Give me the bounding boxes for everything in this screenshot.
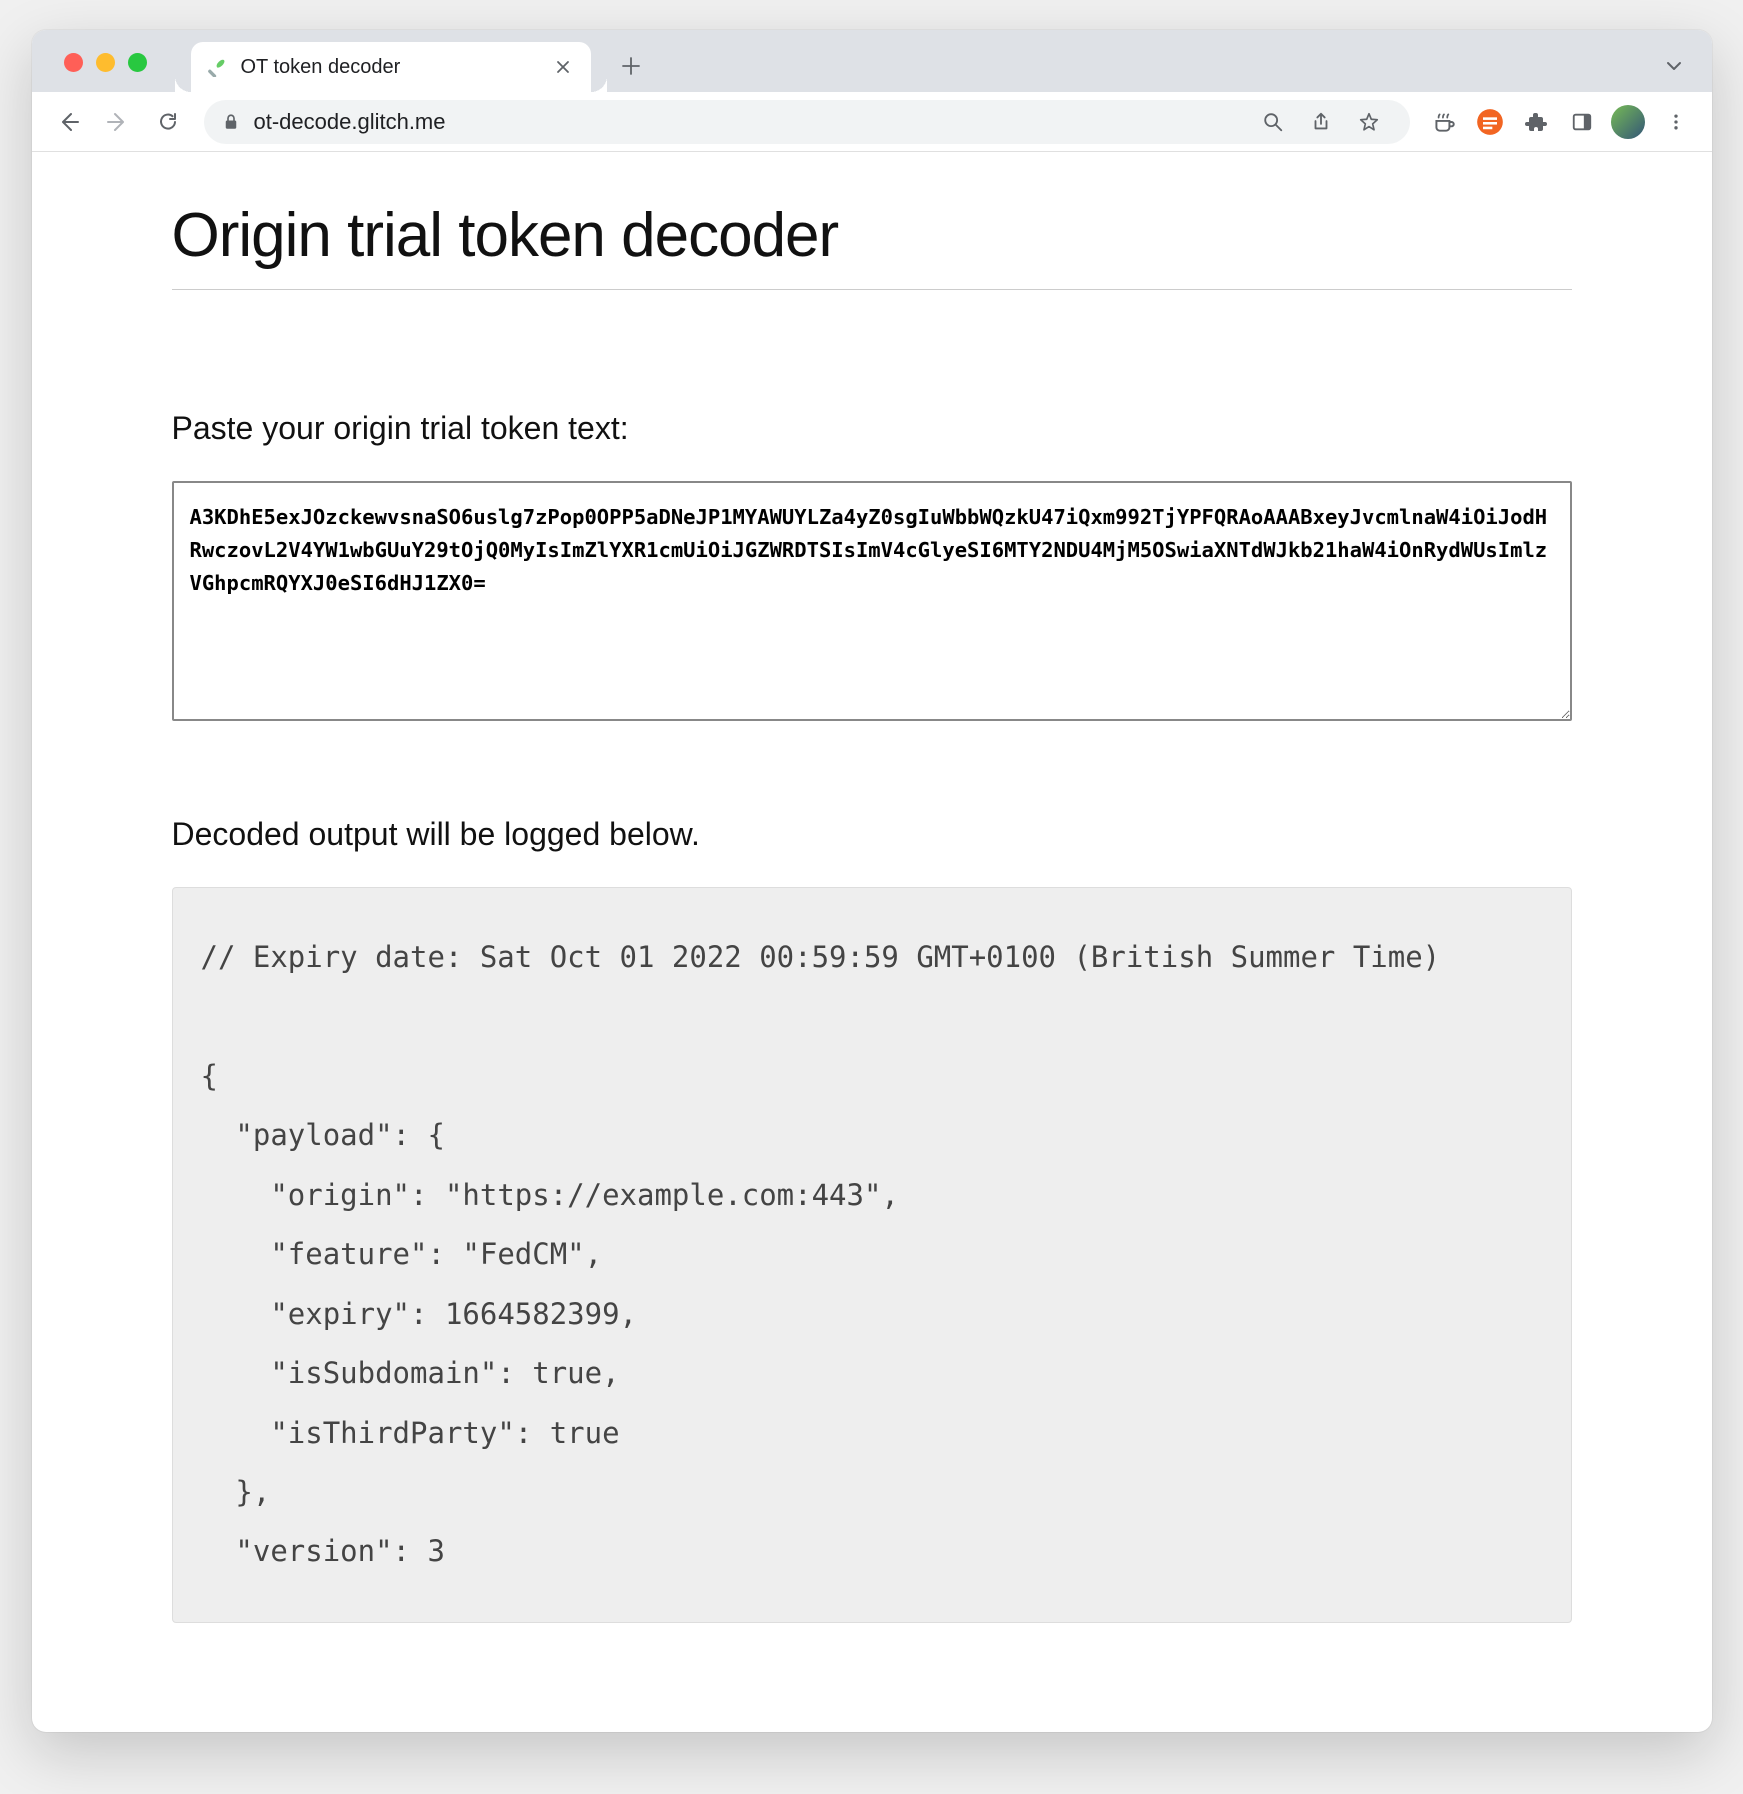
lock-icon: [222, 113, 240, 131]
bookmark-icon[interactable]: [1358, 111, 1392, 133]
divider: [172, 289, 1572, 290]
side-panel-icon[interactable]: [1562, 102, 1602, 142]
decoded-output: // Expiry date: Sat Oct 01 2022 00:59:59…: [172, 887, 1572, 1623]
new-tab-button[interactable]: [611, 46, 651, 86]
share-icon[interactable]: [1310, 111, 1344, 133]
forward-button[interactable]: [96, 100, 140, 144]
browser-toolbar: ot-decode.glitch.me: [32, 92, 1712, 152]
url-text: ot-decode.glitch.me: [254, 109, 1248, 135]
tab-close-button[interactable]: [551, 55, 575, 79]
back-button[interactable]: [46, 100, 90, 144]
profile-avatar[interactable]: [1608, 102, 1648, 142]
address-bar[interactable]: ot-decode.glitch.me: [204, 100, 1410, 144]
paste-heading: Paste your origin trial token text:: [172, 410, 1572, 447]
page-title: Origin trial token decoder: [172, 200, 1572, 271]
menu-button[interactable]: [1654, 100, 1698, 144]
browser-chrome: OT token decoder: [32, 30, 1712, 152]
window-close-button[interactable]: [64, 53, 83, 72]
output-heading: Decoded output will be logged below.: [172, 816, 1572, 853]
window-fullscreen-button[interactable]: [128, 53, 147, 72]
reload-button[interactable]: [146, 100, 190, 144]
token-input[interactable]: [172, 481, 1572, 721]
tab-overflow-button[interactable]: [1654, 50, 1694, 82]
window-minimize-button[interactable]: [96, 53, 115, 72]
extension-coffee-icon[interactable]: [1424, 102, 1464, 142]
tab-title: OT token decoder: [241, 56, 539, 79]
page-content: Origin trial token decoder Paste your or…: [32, 152, 1712, 1732]
tab-favicon-icon: [207, 56, 229, 78]
browser-tab[interactable]: OT token decoder: [191, 42, 591, 92]
extensions-icon[interactable]: [1516, 102, 1556, 142]
search-icon[interactable]: [1262, 111, 1296, 133]
extension-orange-icon[interactable]: [1470, 102, 1510, 142]
browser-window: OT token decoder: [32, 30, 1712, 1732]
window-controls: [50, 53, 161, 92]
tab-strip: OT token decoder: [32, 30, 1712, 92]
